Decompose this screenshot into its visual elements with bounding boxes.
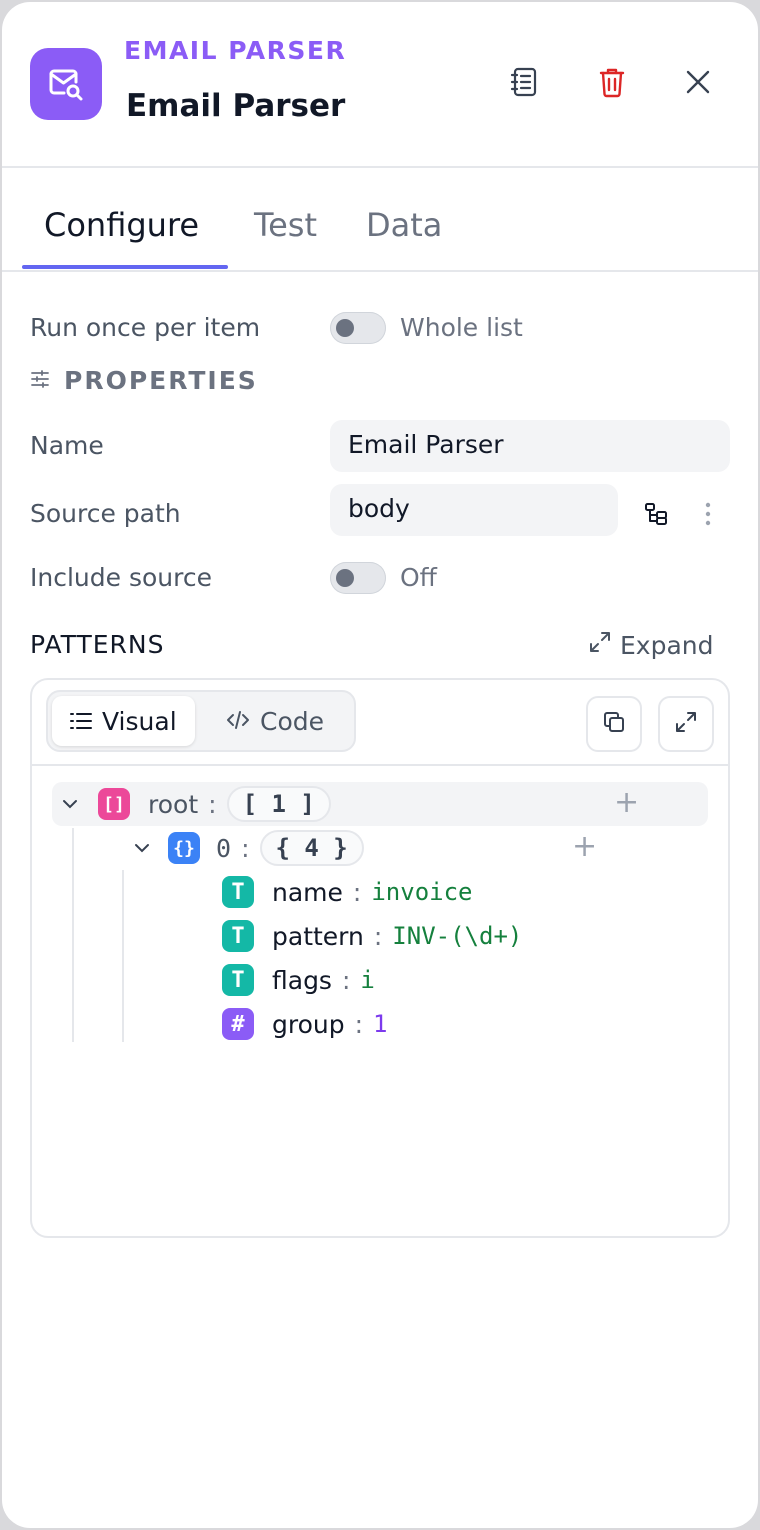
tree-field[interactable]: # group : 1 bbox=[222, 1004, 388, 1044]
tab-data[interactable]: Data bbox=[366, 206, 442, 244]
trash-icon bbox=[598, 66, 626, 102]
run-once-toggle[interactable] bbox=[330, 312, 386, 344]
properties-heading: PROPERTIES bbox=[30, 366, 258, 395]
tab-configure[interactable]: Configure bbox=[44, 206, 199, 244]
code-icon bbox=[226, 707, 250, 736]
tree-field[interactable]: T name : invoice bbox=[222, 872, 473, 912]
copy-button[interactable] bbox=[586, 696, 642, 752]
tree-guide-line bbox=[122, 870, 124, 1042]
run-once-toggle-text: Whole list bbox=[400, 313, 523, 342]
field-key: name bbox=[272, 877, 343, 907]
expand-arrows-icon bbox=[588, 630, 612, 660]
tree-colon: : bbox=[208, 789, 217, 819]
tree-colon: : bbox=[354, 1009, 364, 1039]
string-type-icon: T bbox=[222, 964, 254, 996]
field-value[interactable]: invoice bbox=[371, 878, 472, 906]
editor-toolbar: Visual Code bbox=[32, 680, 728, 766]
more-options-button[interactable] bbox=[696, 496, 720, 536]
tree-colon: : bbox=[352, 877, 362, 907]
tree-node-root[interactable]: [] root : [ 1 ] bbox=[56, 782, 331, 826]
chevron-down-icon[interactable] bbox=[128, 834, 156, 862]
notebook-icon bbox=[509, 66, 539, 102]
tree-colon: : bbox=[341, 965, 351, 995]
expand-label: Expand bbox=[620, 630, 714, 660]
code-mode-button[interactable]: Code bbox=[208, 696, 342, 746]
array-count-badge: [ 1 ] bbox=[226, 786, 331, 822]
view-mode-switch: Visual Code bbox=[46, 690, 356, 752]
node-title: Email Parser bbox=[126, 88, 346, 124]
node-type-label: EMAIL PARSER bbox=[124, 36, 347, 65]
object-count-badge: { 4 } bbox=[259, 830, 364, 866]
field-value[interactable]: 1 bbox=[373, 1010, 387, 1038]
object-type-icon: {} bbox=[168, 832, 200, 864]
visual-mode-button[interactable]: Visual bbox=[52, 696, 195, 746]
toggle-knob bbox=[336, 569, 354, 587]
list-icon bbox=[70, 707, 92, 736]
toggle-knob bbox=[336, 319, 354, 337]
source-path-label: Source path bbox=[30, 499, 181, 528]
add-field-button[interactable]: + bbox=[572, 832, 597, 862]
tree-field[interactable]: T pattern : INV-(\d+) bbox=[222, 916, 522, 956]
field-key: pattern bbox=[272, 921, 364, 951]
field-value[interactable]: INV-(\d+) bbox=[392, 922, 522, 950]
string-type-icon: T bbox=[222, 920, 254, 952]
notes-button[interactable] bbox=[502, 62, 546, 106]
add-root-item-button[interactable]: + bbox=[614, 788, 639, 818]
source-path-input[interactable]: body bbox=[330, 484, 618, 536]
field-value[interactable]: i bbox=[360, 966, 374, 994]
visual-mode-label: Visual bbox=[102, 706, 177, 736]
tab-test[interactable]: Test bbox=[254, 206, 317, 244]
path-picker-button[interactable] bbox=[636, 496, 676, 536]
tree-node-item[interactable]: {} 0 : { 4 } bbox=[128, 826, 364, 870]
chevron-down-icon[interactable] bbox=[56, 790, 84, 818]
number-type-icon: # bbox=[222, 1008, 254, 1040]
delete-button[interactable] bbox=[590, 62, 634, 106]
string-type-icon: T bbox=[222, 876, 254, 908]
fullscreen-button[interactable] bbox=[658, 696, 714, 752]
close-button[interactable] bbox=[676, 62, 720, 106]
include-source-label: Include source bbox=[30, 563, 212, 592]
array-type-icon: [] bbox=[98, 788, 130, 820]
active-tab-indicator bbox=[22, 265, 228, 269]
patterns-editor: Visual Code [] root: [1] + {} 0: {4… bbox=[30, 678, 730, 1238]
patterns-title: PATTERNS bbox=[30, 630, 165, 659]
properties-heading-text: PROPERTIES bbox=[64, 366, 258, 395]
tree-key: 0 bbox=[216, 833, 232, 863]
name-input[interactable]: Email Parser bbox=[330, 420, 730, 472]
run-once-label: Run once per item bbox=[30, 313, 261, 342]
panel-header: EMAIL PARSER Email Parser bbox=[2, 2, 758, 168]
tree-guide-line bbox=[72, 828, 74, 1042]
close-icon bbox=[685, 69, 711, 99]
code-mode-label: Code bbox=[260, 706, 325, 736]
mail-search-icon bbox=[30, 48, 102, 120]
field-key: flags bbox=[272, 965, 332, 995]
node-config-panel: EMAIL PARSER Email Parser Configure Test… bbox=[2, 2, 758, 1528]
tree-colon: : bbox=[373, 921, 383, 951]
tree-colon: : bbox=[241, 833, 250, 863]
include-source-toggle[interactable] bbox=[330, 562, 386, 594]
maximize-icon bbox=[674, 710, 698, 738]
expand-button[interactable]: Expand bbox=[588, 630, 714, 660]
vertical-dots-icon bbox=[705, 502, 711, 530]
sliders-icon bbox=[30, 369, 50, 393]
tree-field[interactable]: T flags : i bbox=[222, 960, 375, 1000]
field-key: group bbox=[272, 1009, 345, 1039]
tree-structure-icon bbox=[643, 501, 669, 531]
tree-key: root bbox=[148, 789, 199, 819]
include-source-toggle-text: Off bbox=[400, 563, 437, 592]
name-label: Name bbox=[30, 431, 104, 460]
copy-icon bbox=[602, 710, 626, 738]
tab-bar: Configure Test Data bbox=[2, 168, 758, 272]
